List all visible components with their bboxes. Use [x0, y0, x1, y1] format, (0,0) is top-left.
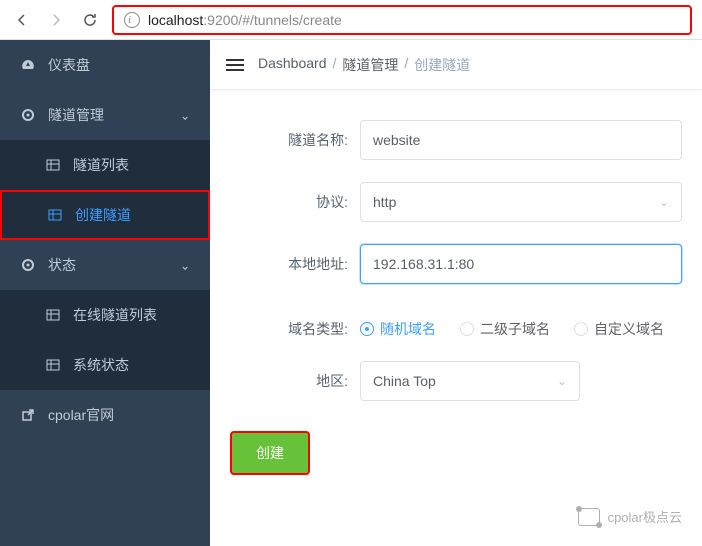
radio-sub-domain[interactable]: 二级子域名: [460, 319, 550, 339]
chevron-up-icon: ⌃: [180, 108, 190, 122]
gear-icon: [20, 107, 36, 123]
table-icon: [45, 157, 61, 173]
table-icon: [45, 357, 61, 373]
sidebar-item-dashboard[interactable]: 仪表盘: [0, 40, 210, 90]
main-panel: Dashboard / 隧道管理 / 创建隧道 隧道名称: website 协议…: [210, 40, 702, 546]
table-icon: [47, 207, 63, 223]
sidebar-item-official[interactable]: cpolar官网: [0, 390, 210, 440]
sidebar: 仪表盘 隧道管理 ⌃ 隧道列表 创建隧道 状态 ⌃ 在线隧道列表 系统状态: [0, 40, 210, 546]
chevron-up-icon: ⌃: [180, 258, 190, 272]
sidebar-item-tunnel-mgmt[interactable]: 隧道管理 ⌃: [0, 90, 210, 140]
hamburger-icon[interactable]: [226, 59, 244, 71]
sidebar-label: 隧道列表: [73, 155, 129, 175]
crumb-dashboard[interactable]: Dashboard: [258, 55, 327, 75]
sidebar-label: 状态: [48, 255, 76, 275]
radio-dot-icon: [574, 322, 588, 336]
url-host: localhost: [148, 12, 203, 28]
create-button[interactable]: 创建: [230, 431, 310, 475]
protocol-select[interactable]: http⌄: [360, 182, 682, 222]
browser-toolbar: localhost:9200/#/tunnels/create: [0, 0, 702, 40]
label-name: 隧道名称:: [230, 130, 360, 150]
sidebar-item-online-list[interactable]: 在线隧道列表: [0, 290, 210, 340]
crumb-tunnel[interactable]: 隧道管理: [342, 55, 398, 75]
sidebar-label: 创建隧道: [75, 205, 131, 225]
address-bar[interactable]: localhost:9200/#/tunnels/create: [112, 5, 692, 35]
create-tunnel-form: 隧道名称: website 协议: http⌄ 本地地址: 192.168.31…: [210, 90, 702, 475]
sidebar-item-status[interactable]: 状态 ⌃: [0, 240, 210, 290]
sidebar-label: 隧道管理: [48, 105, 104, 125]
radio-custom-domain[interactable]: 自定义域名: [574, 319, 664, 339]
watermark: cpolar极点云: [578, 507, 682, 526]
label-domain-type: 域名类型:: [230, 319, 360, 339]
sidebar-item-create-tunnel[interactable]: 创建隧道: [0, 190, 210, 240]
gear-icon: [20, 257, 36, 273]
external-link-icon: [20, 407, 36, 423]
radio-dot-icon: [460, 322, 474, 336]
sidebar-label: 仪表盘: [48, 55, 90, 75]
label-address: 本地地址:: [230, 254, 360, 274]
label-protocol: 协议:: [230, 192, 360, 212]
breadcrumb: Dashboard / 隧道管理 / 创建隧道: [258, 55, 470, 75]
region-select[interactable]: China Top⌄: [360, 361, 580, 401]
crumb-current: 创建隧道: [414, 55, 470, 75]
domain-type-radios: 随机域名 二级子域名 自定义域名: [360, 319, 664, 339]
sidebar-item-tunnel-list[interactable]: 隧道列表: [0, 140, 210, 190]
sidebar-item-sys-status[interactable]: 系统状态: [0, 340, 210, 390]
label-region: 地区:: [230, 371, 360, 391]
radio-dot-icon: [360, 322, 374, 336]
sidebar-label: 在线隧道列表: [73, 305, 157, 325]
forward-button[interactable]: [44, 8, 68, 32]
radio-random-domain[interactable]: 随机域名: [360, 319, 436, 339]
wechat-icon: [578, 508, 600, 526]
local-address-input[interactable]: 192.168.31.1:80: [360, 244, 682, 284]
sidebar-label: cpolar官网: [48, 405, 114, 425]
gauge-icon: [20, 57, 36, 73]
topbar: Dashboard / 隧道管理 / 创建隧道: [210, 40, 702, 90]
chevron-down-icon: ⌄: [659, 195, 669, 209]
watermark-text: cpolar极点云: [608, 507, 682, 526]
tunnel-name-input[interactable]: website: [360, 120, 682, 160]
table-icon: [45, 307, 61, 323]
sidebar-label: 系统状态: [73, 355, 129, 375]
chevron-down-icon: ⌄: [557, 374, 567, 388]
reload-button[interactable]: [78, 8, 102, 32]
back-button[interactable]: [10, 8, 34, 32]
url-path: :9200/#/tunnels/create: [203, 12, 342, 28]
